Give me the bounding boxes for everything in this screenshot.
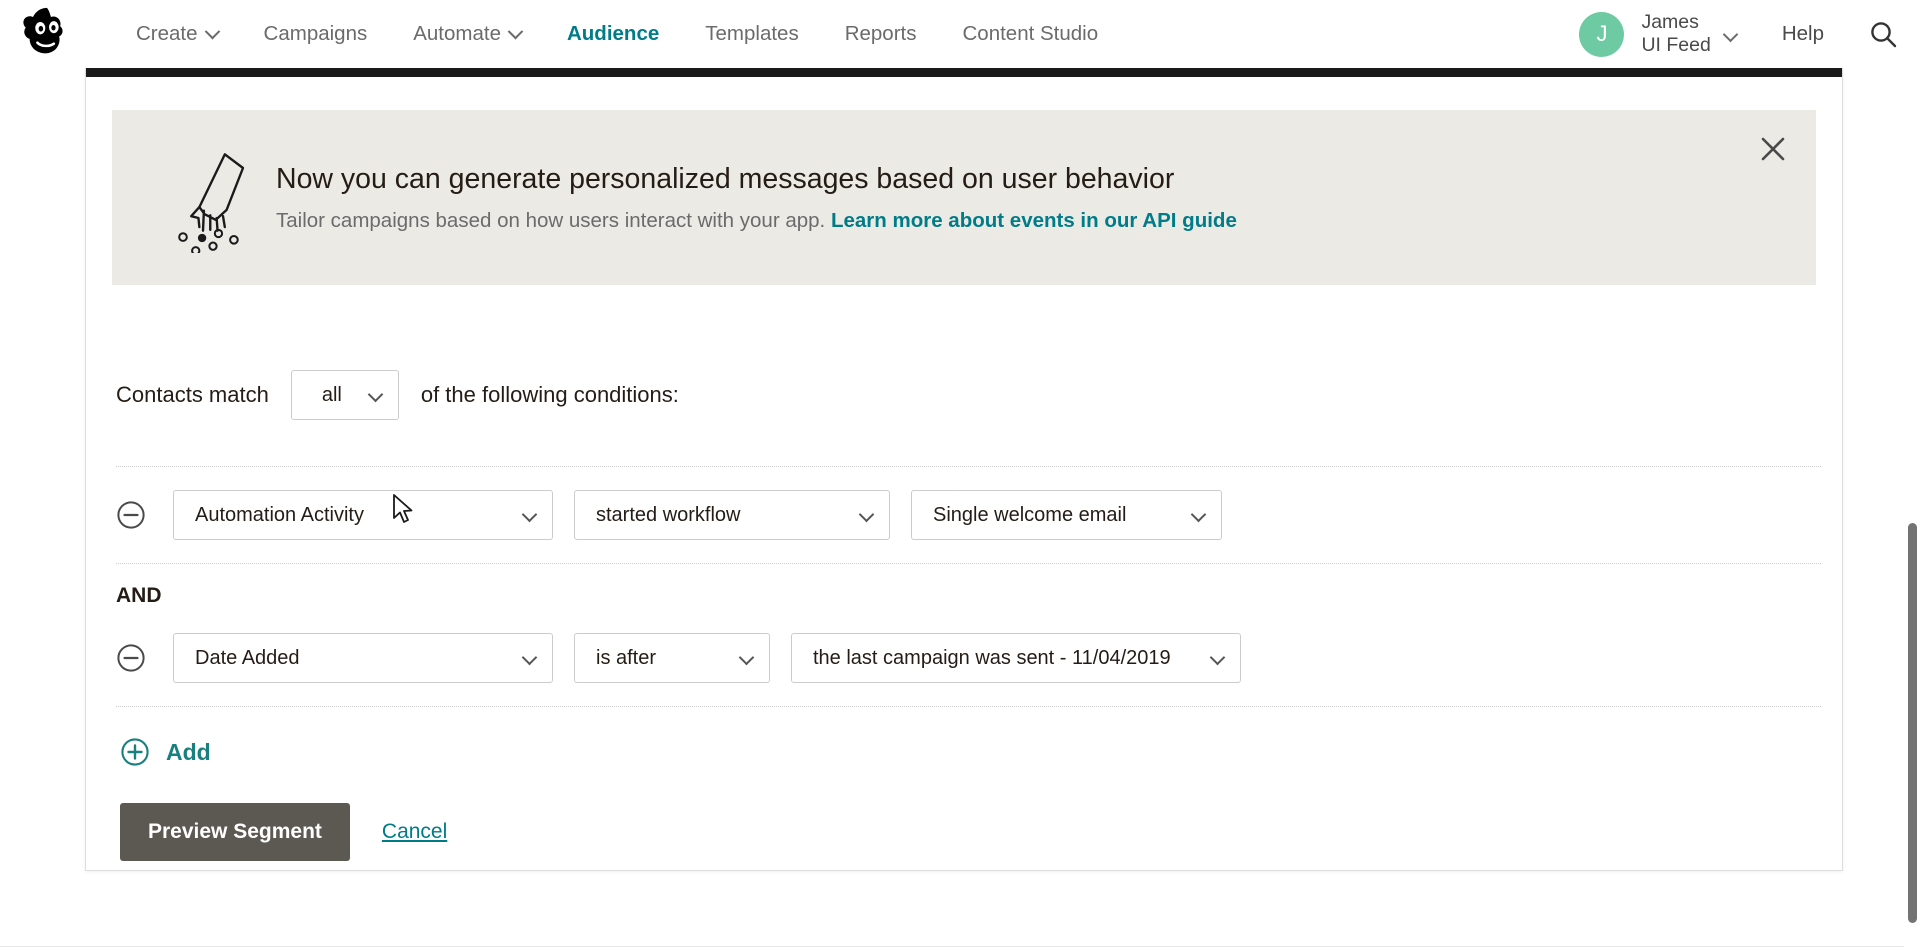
nav-label: Content Studio [962, 22, 1099, 45]
nav-label: Create [136, 22, 198, 45]
conditions-divider-bottom [116, 706, 1821, 707]
nav-item-automate[interactable]: Automate [390, 0, 544, 68]
nav-item-reports[interactable]: Reports [822, 0, 940, 68]
close-icon[interactable] [1756, 132, 1790, 166]
avatar[interactable]: J [1579, 11, 1625, 57]
nav-item-create[interactable]: Create [113, 0, 241, 68]
page-bottom-edge [0, 946, 1920, 952]
chevron-down-icon [507, 23, 524, 39]
main-nav-items: Create Campaigns Automate Audience Templ… [113, 0, 1121, 68]
condition-value-text: Single welcome email [933, 503, 1127, 526]
match-type-select[interactable]: all [290, 370, 399, 420]
condition-operator-select[interactable]: started workflow [574, 490, 890, 540]
search-icon[interactable] [1868, 19, 1898, 49]
account-name-line1: James [1641, 11, 1699, 33]
condition-operator-value: is after [596, 646, 657, 669]
promo-banner: Now you can generate personalized messag… [112, 110, 1816, 285]
condition-row: Date Added is after the last campaign wa… [116, 610, 1816, 706]
account-menu[interactable]: James UI Feed [1641, 11, 1739, 57]
plus-circle-icon [120, 737, 150, 767]
add-condition-button[interactable]: Add [116, 737, 236, 767]
account-name-line2: UI Feed [1641, 34, 1711, 56]
contacts-match-suffix-label: of the following conditions: [420, 382, 679, 407]
match-type-value: all [321, 383, 342, 406]
condition-field-value: Date Added [195, 646, 300, 669]
account-name: James UI Feed [1641, 11, 1710, 57]
preview-segment-button[interactable]: Preview Segment [120, 803, 350, 861]
conditions-list: Automation Activity started workflow Sin… [112, 466, 1821, 861]
condition-value-select[interactable]: Single welcome email [911, 490, 1222, 540]
condition-field-select[interactable]: Date Added [173, 633, 553, 683]
minus-circle-icon[interactable] [116, 643, 146, 673]
help-link[interactable]: Help [1782, 22, 1824, 46]
nav-label: Reports [844, 22, 917, 45]
page-scrollbar-thumb[interactable] [1908, 523, 1917, 923]
condition-row: Automation Activity started workflow Sin… [116, 467, 1816, 563]
contacts-match-row: Contacts match all of the following cond… [112, 370, 1816, 420]
nav-label: Templates [705, 22, 799, 45]
segment-builder-card: Now you can generate personalized messag… [85, 63, 1843, 871]
nav-right-cluster: J James UI Feed Help [1579, 0, 1920, 68]
card-body: Now you can generate personalized messag… [86, 110, 1842, 861]
condition-joiner-label: AND [116, 584, 162, 607]
nav-item-templates[interactable]: Templates [682, 0, 821, 68]
card-footer-actions: Preview Segment Cancel [116, 803, 1816, 861]
mailchimp-logo[interactable] [18, 2, 80, 64]
condition-operator-value: started workflow [596, 503, 741, 526]
banner-learn-more-link[interactable]: Learn more about events in our API guide [831, 209, 1237, 232]
cancel-button[interactable]: Cancel [382, 820, 447, 844]
condition-field-select[interactable]: Automation Activity [173, 490, 553, 540]
nav-label: Campaigns [263, 22, 368, 45]
banner-subtitle-text: Tailor campaigns based on how users inte… [276, 208, 826, 232]
contacts-match-prefix-label: Contacts match [116, 382, 269, 407]
condition-field-value: Automation Activity [195, 503, 364, 526]
add-condition-label: Add [166, 738, 211, 765]
nav-label: Audience [566, 22, 660, 45]
banner-subtitle: Tailor campaigns based on how users inte… [276, 208, 1816, 234]
chevron-down-icon [204, 23, 220, 39]
banner-text-block: Now you can generate personalized messag… [276, 162, 1816, 234]
hand-sprinkling-icon [158, 143, 268, 253]
nav-item-audience[interactable]: Audience [544, 0, 682, 68]
banner-title: Now you can generate personalized messag… [276, 162, 1175, 195]
condition-operator-select[interactable]: is after [574, 633, 770, 683]
chevron-down-icon [1722, 26, 1739, 42]
nav-label: Automate [413, 22, 501, 45]
nav-item-campaigns[interactable]: Campaigns [241, 0, 391, 68]
condition-value-text: the last campaign was sent - 11/04/2019 [813, 646, 1171, 669]
minus-circle-icon[interactable] [116, 500, 146, 530]
nav-item-content-studio[interactable]: Content Studio [939, 0, 1121, 68]
top-navigation-bar: Create Campaigns Automate Audience Templ… [0, 0, 1920, 68]
condition-value-select[interactable]: the last campaign was sent - 11/04/2019 [791, 633, 1241, 683]
page-scrollbar-track[interactable] [1904, 0, 1920, 952]
